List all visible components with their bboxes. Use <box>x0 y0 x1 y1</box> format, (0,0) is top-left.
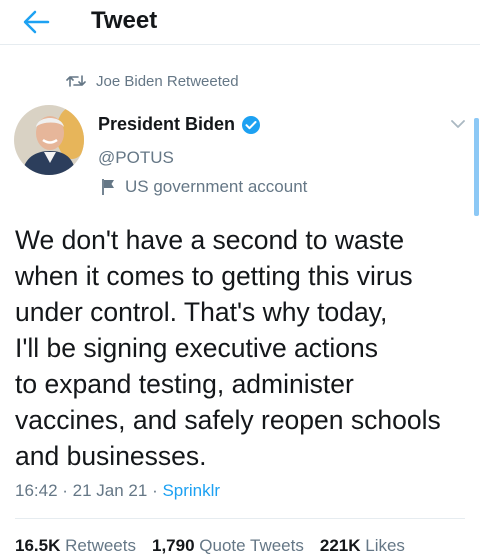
likes-count: 221K <box>319 536 361 555</box>
retweets-stat[interactable]: 16.5K Retweets <box>15 536 136 556</box>
tweet-line: when it comes to getting this virus <box>15 261 413 291</box>
scroll-indicator[interactable] <box>474 118 479 216</box>
quote-tweets-count: 1,790 <box>151 536 195 555</box>
tweet-text: We don't have a second to waste when it … <box>15 222 475 474</box>
author-name[interactable]: President Biden <box>98 114 235 135</box>
quote-tweets-stat[interactable]: 1,790 Quote Tweets <box>152 536 304 556</box>
tweet-line: We don't have a second to waste <box>15 225 405 255</box>
tweet-time: 16:42 <box>15 481 58 500</box>
tweet-meta: 16:42 · 21 Jan 21 · Sprinklr <box>15 481 220 501</box>
government-label-text: US government account <box>125 177 308 196</box>
divider <box>15 518 465 519</box>
retweets-count: 16.5K <box>15 536 61 555</box>
retweet-icon <box>66 73 86 89</box>
tweet-date: 21 Jan 21 <box>72 481 148 500</box>
retweets-label: Retweets <box>65 536 136 555</box>
tweet-line: under control. That's why today, <box>15 297 388 327</box>
tweet-line: I'll be signing executive actions <box>15 333 379 363</box>
tweet-line: vaccines, and safely reopen schools <box>15 405 441 435</box>
tweet-line: and businesses. <box>15 441 207 471</box>
tweet-source-link[interactable]: Sprinklr <box>162 481 220 501</box>
author-name-row: President Biden <box>98 114 261 135</box>
government-label: US government account <box>101 177 307 197</box>
quote-tweets-label: Quote Tweets <box>199 536 304 555</box>
retweet-context: Joe Biden Retweeted <box>66 70 239 92</box>
avatar[interactable] <box>14 105 84 175</box>
top-bar: Tweet <box>0 0 480 45</box>
page-title: Tweet <box>91 7 158 34</box>
tweet-line: to expand testing, administer <box>15 369 354 399</box>
likes-label: Likes <box>365 536 405 555</box>
verified-badge-icon <box>241 115 261 135</box>
retweet-label[interactable]: Joe Biden Retweeted <box>96 73 239 90</box>
flag-icon <box>101 178 117 196</box>
meta-separator: · <box>147 481 163 500</box>
likes-stat[interactable]: 221K Likes <box>320 536 405 556</box>
chevron-down-icon[interactable] <box>448 116 468 132</box>
meta-separator: · <box>57 481 73 500</box>
author-handle[interactable]: @POTUS <box>98 148 174 168</box>
tweet-stats: 16.5K Retweets 1,790 Quote Tweets 221K L… <box>15 536 421 556</box>
back-arrow-icon[interactable] <box>22 9 50 35</box>
